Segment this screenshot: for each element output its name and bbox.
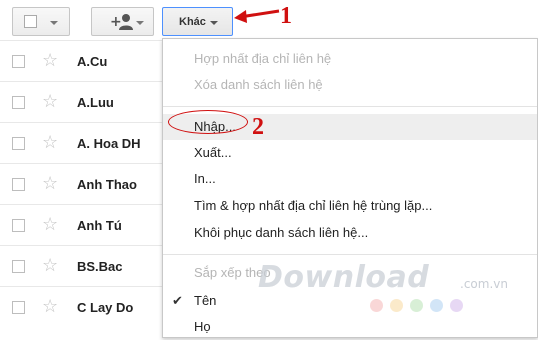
menu-divider	[163, 254, 537, 255]
menu-item-sort-last-name[interactable]: Họ	[163, 314, 537, 340]
contact-row[interactable]: ☆ Anh Thao	[0, 163, 170, 204]
watermark-logo: Download	[258, 260, 430, 295]
contact-name[interactable]: C Lay Do	[77, 300, 133, 315]
contact-row[interactable]: ☆ BS.Bac	[0, 245, 170, 286]
watermark-dot	[370, 299, 383, 312]
checkmark-icon: ✔	[172, 293, 183, 308]
contact-row[interactable]: ☆ Anh Tú	[0, 204, 170, 245]
menu-divider	[163, 106, 537, 107]
contact-list: ☆ A.Cu ☆ A.Luu ☆ A. Hoa DH ☆ Anh Thao ☆ …	[0, 40, 170, 327]
contact-checkbox[interactable]	[12, 178, 25, 191]
watermark-dot	[390, 299, 403, 312]
contact-name[interactable]: Anh Tú	[77, 218, 122, 233]
contact-checkbox[interactable]	[12, 55, 25, 68]
star-icon[interactable]: ☆	[42, 91, 58, 111]
star-icon[interactable]: ☆	[42, 214, 58, 234]
contact-checkbox[interactable]	[12, 137, 25, 150]
chevron-down-icon	[136, 21, 144, 25]
star-icon[interactable]: ☆	[42, 132, 58, 152]
annotation-step-2: 2	[252, 114, 264, 140]
more-button-label: Khác	[179, 16, 206, 28]
contact-checkbox[interactable]	[12, 219, 25, 232]
annotation-ellipse	[168, 110, 248, 134]
menu-item-export[interactable]: Xuất...	[163, 140, 537, 166]
more-button[interactable]: Khác	[162, 7, 233, 36]
chevron-down-icon	[210, 21, 218, 25]
contact-name[interactable]: Anh Thao	[77, 177, 137, 192]
add-contact-button[interactable]: +	[91, 7, 154, 36]
contact-row[interactable]: ☆ A. Hoa DH	[0, 122, 170, 163]
star-icon[interactable]: ☆	[42, 173, 58, 193]
select-all-button[interactable]	[12, 7, 70, 36]
contact-checkbox[interactable]	[12, 301, 25, 314]
contact-name[interactable]: A. Hoa DH	[77, 136, 141, 151]
star-icon[interactable]: ☆	[42, 50, 58, 70]
star-icon[interactable]: ☆	[42, 255, 58, 275]
contact-name[interactable]: A.Cu	[77, 54, 107, 69]
contact-name[interactable]: BS.Bac	[77, 259, 123, 274]
menu-item-delete-list: Xóa danh sách liên hệ	[194, 77, 323, 92]
contact-row[interactable]: ☆ A.Cu	[0, 40, 170, 81]
menu-item-label: Tên	[194, 293, 217, 308]
menu-item-print[interactable]: In...	[163, 166, 537, 192]
annotation-step-1: 1	[280, 3, 292, 29]
contact-checkbox[interactable]	[12, 96, 25, 109]
watermark-domain: .com.vn	[460, 277, 508, 291]
menu-item-find-duplicates[interactable]: Tìm & hợp nhất địa chỉ liên hệ trùng lặp…	[163, 193, 537, 219]
add-person-icon: +	[110, 14, 133, 30]
contact-row[interactable]: ☆ C Lay Do	[0, 286, 170, 327]
watermark-dot	[430, 299, 443, 312]
chevron-down-icon	[50, 21, 58, 25]
star-icon[interactable]: ☆	[42, 296, 58, 316]
contact-checkbox[interactable]	[12, 260, 25, 273]
contact-row[interactable]: ☆ A.Luu	[0, 81, 170, 122]
annotation-arrow-icon	[234, 9, 280, 23]
contact-name[interactable]: A.Luu	[77, 95, 114, 110]
watermark-dot	[410, 299, 423, 312]
select-all-checkbox[interactable]	[24, 15, 37, 28]
menu-item-merge-contacts: Hợp nhất địa chỉ liên hệ	[194, 51, 332, 66]
watermark-dot	[450, 299, 463, 312]
menu-item-restore[interactable]: Khôi phục danh sách liên hệ...	[163, 220, 537, 246]
watermark-dots	[370, 299, 470, 313]
